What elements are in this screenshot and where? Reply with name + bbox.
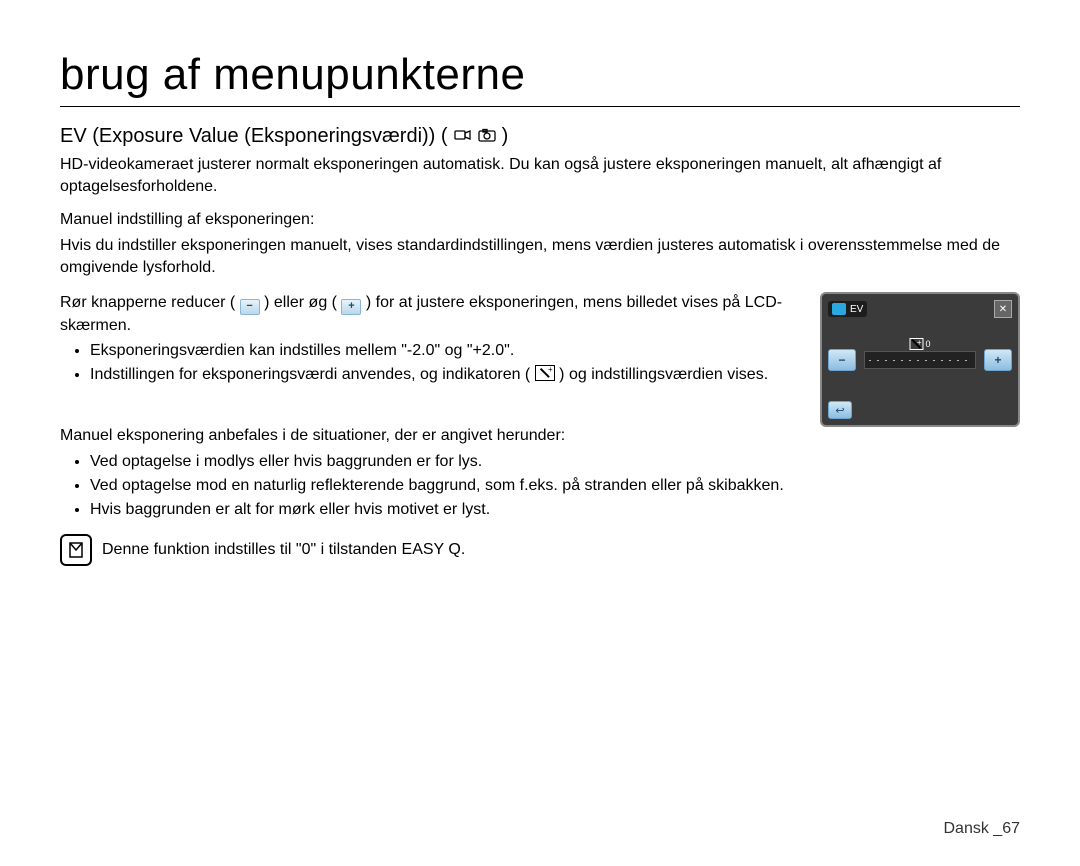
- manual-p1: Hvis du indstiller eksponeringen manuelt…: [60, 235, 1020, 278]
- footer-lang: Dansk _: [944, 820, 1003, 837]
- footer-page-number: 67: [1002, 820, 1020, 837]
- manual-p2: Rør knapperne reducer ( − ) eller øg ( +…: [60, 292, 800, 336]
- lcd-ev-value-icon: [909, 338, 923, 350]
- page-footer: Dansk _67: [944, 820, 1021, 838]
- note: Denne funktion indstilles til "0" i tils…: [60, 534, 1020, 566]
- manual-bullet-1: Eksponeringsværdien kan indstilles melle…: [90, 340, 800, 362]
- section-intro: HD-videokameraet justerer normalt ekspon…: [60, 154, 1020, 197]
- lcd-close-button[interactable]: ✕: [994, 300, 1012, 318]
- manual-p2b: ) eller øg (: [264, 294, 337, 311]
- manual-bullets: Eksponeringsværdien kan indstilles melle…: [60, 340, 800, 385]
- photo-mode-icon: [478, 125, 496, 148]
- ev-indicator-icon: [535, 365, 555, 381]
- page-title: brug af menupunkterne: [60, 50, 1020, 107]
- situations-heading: Manuel eksponering anbefales i de situat…: [60, 427, 1020, 445]
- lcd-ev-text: EV: [850, 304, 863, 315]
- lcd-ev-label: EV: [828, 301, 867, 317]
- lcd-back-button[interactable]: ↩: [828, 401, 852, 419]
- manual-heading: Manuel indstilling af eksponeringen:: [60, 211, 1020, 229]
- situation-3: Hvis baggrunden er alt for mørk eller hv…: [90, 499, 1020, 521]
- section-heading-end: ): [502, 125, 509, 148]
- minus-button-icon: −: [240, 299, 260, 315]
- manual-p2a: Rør knapperne reducer (: [60, 294, 235, 311]
- situation-2: Ved optagelse mod en naturlig reflektere…: [90, 475, 1020, 497]
- lcd-ev-scale: 0: [864, 351, 976, 369]
- lcd-minus-button[interactable]: −: [828, 349, 856, 371]
- note-icon: [60, 534, 92, 566]
- lcd-ev-value-text: 0: [925, 339, 930, 349]
- manual-bullet-2: Indstillingen for eksponeringsværdi anve…: [90, 364, 800, 386]
- section-heading: EV (Exposure Value (Eksponeringsværdi)) …: [60, 125, 1020, 148]
- lcd-preview: EV ✕ − 0 + ↩: [820, 292, 1020, 427]
- situations-bullets: Ved optagelse i modlys eller hvis baggru…: [60, 451, 1020, 520]
- lcd-video-icon: [832, 303, 846, 315]
- section-heading-text: EV (Exposure Value (Eksponeringsværdi)) …: [60, 125, 448, 148]
- lcd-ev-value: 0: [909, 338, 930, 350]
- note-text: Denne funktion indstilles til "0" i tils…: [102, 541, 465, 559]
- plus-button-icon: +: [341, 299, 361, 315]
- manual-b2b: ) og indstillingsværdien vises.: [559, 366, 768, 383]
- video-mode-icon: [454, 125, 472, 148]
- lcd-plus-button[interactable]: +: [984, 349, 1012, 371]
- manual-b2a: Indstillingen for eksponeringsværdi anve…: [90, 366, 530, 383]
- situation-1: Ved optagelse i modlys eller hvis baggru…: [90, 451, 1020, 473]
- manual-page: brug af menupunkterne EV (Exposure Value…: [0, 0, 1080, 866]
